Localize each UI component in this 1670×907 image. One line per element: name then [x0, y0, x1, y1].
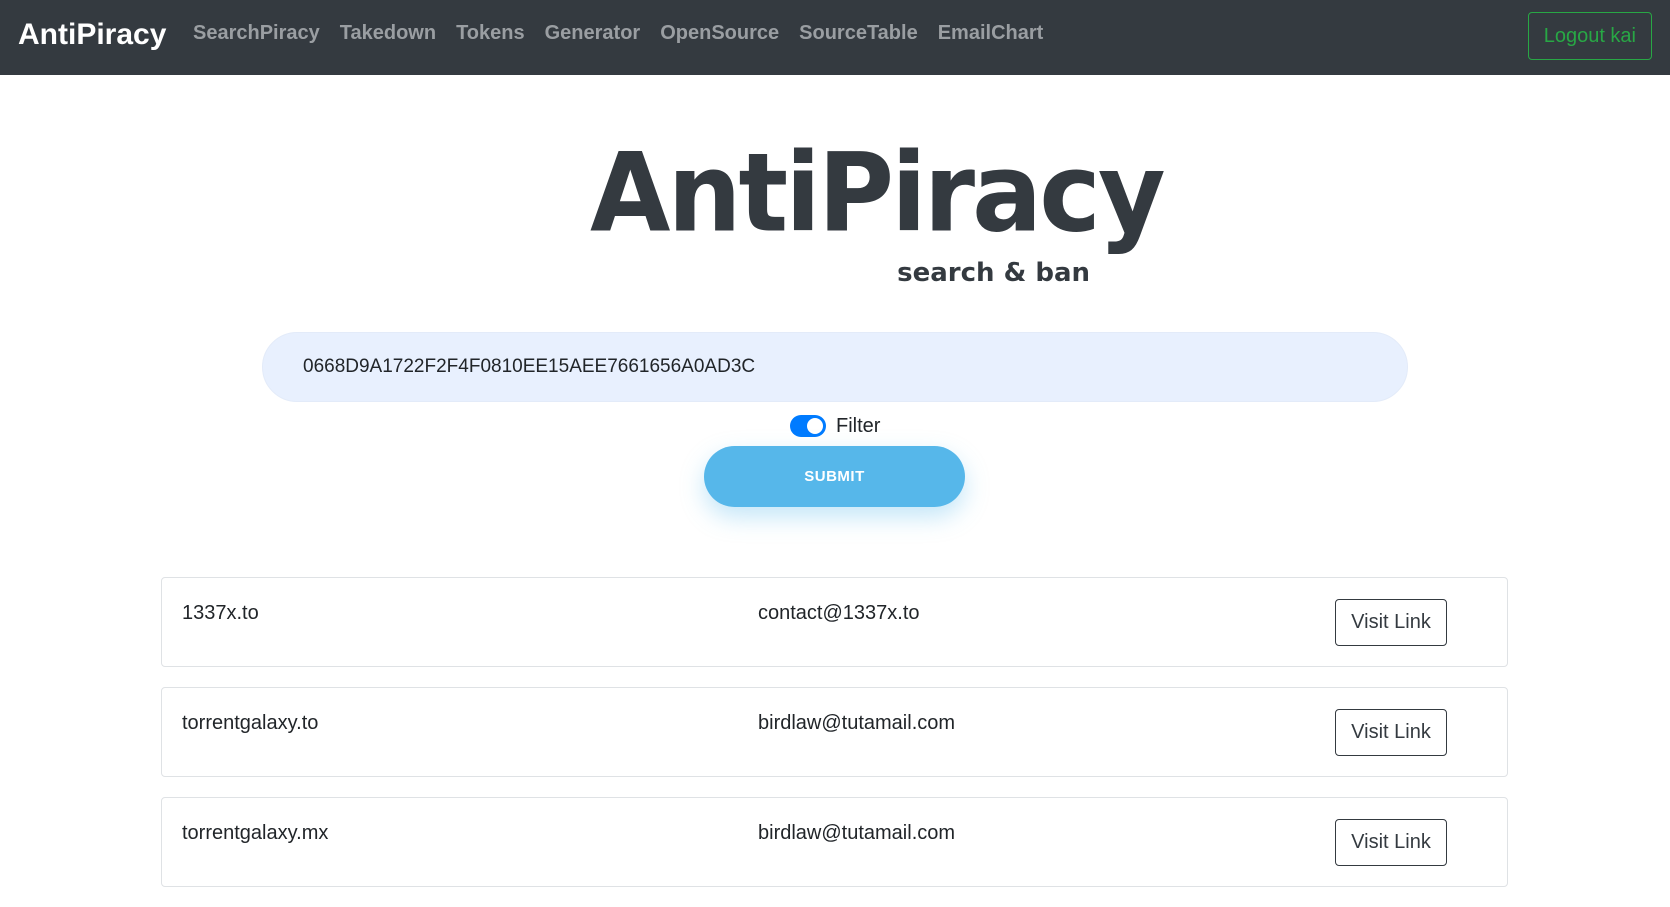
result-email: contact@1337x.to: [758, 602, 920, 624]
filter-toggle[interactable]: [790, 415, 826, 437]
visit-link-button[interactable]: Visit Link: [1335, 819, 1447, 866]
nav-link-sourcetable[interactable]: SourceTable: [799, 22, 918, 45]
result-domain: torrentgalaxy.to: [182, 712, 319, 734]
result-domain: 1337x.to: [182, 602, 259, 624]
navbar-brand[interactable]: AntiPiracy: [18, 18, 166, 52]
result-card: torrentgalaxy.mx birdlaw@tutamail.com Vi…: [161, 797, 1508, 887]
search-input[interactable]: [262, 332, 1408, 402]
result-email: birdlaw@tutamail.com: [758, 712, 956, 734]
filter-label: Filter: [836, 414, 881, 437]
toggle-knob: [807, 418, 823, 434]
visit-link-button[interactable]: Visit Link: [1335, 709, 1447, 756]
submit-button[interactable]: SUBMIT: [704, 446, 965, 507]
nav-link-opensource[interactable]: OpenSource: [660, 22, 779, 45]
nav-link-takedown[interactable]: Takedown: [340, 22, 436, 45]
filter-toggle-row: Filter: [790, 413, 880, 439]
top-navbar: AntiPiracy SearchPiracy Takedown Tokens …: [0, 0, 1670, 75]
logout-button[interactable]: Logout kai: [1527, 12, 1652, 60]
nav-link-searchpiracy[interactable]: SearchPiracy: [193, 22, 320, 45]
logo-subtitle: search & ban: [897, 258, 1090, 288]
nav-link-generator[interactable]: Generator: [545, 22, 641, 45]
logo-title: AntiPiracy: [590, 128, 1166, 257]
nav-links: SearchPiracy Takedown Tokens Generator O…: [193, 22, 1063, 45]
results-list: 1337x.to contact@1337x.to Visit Link tor…: [161, 577, 1508, 907]
nav-link-tokens[interactable]: Tokens: [456, 22, 525, 45]
result-domain: torrentgalaxy.mx: [182, 822, 329, 844]
visit-link-button[interactable]: Visit Link: [1335, 599, 1447, 646]
result-card: torrentgalaxy.to birdlaw@tutamail.com Vi…: [161, 687, 1508, 777]
result-email: birdlaw@tutamail.com: [758, 822, 956, 844]
antipiracy-logo: AntiPiracy search & ban: [590, 138, 1166, 298]
nav-link-emailchart[interactable]: EmailChart: [938, 22, 1044, 45]
result-card: 1337x.to contact@1337x.to Visit Link: [161, 577, 1508, 667]
